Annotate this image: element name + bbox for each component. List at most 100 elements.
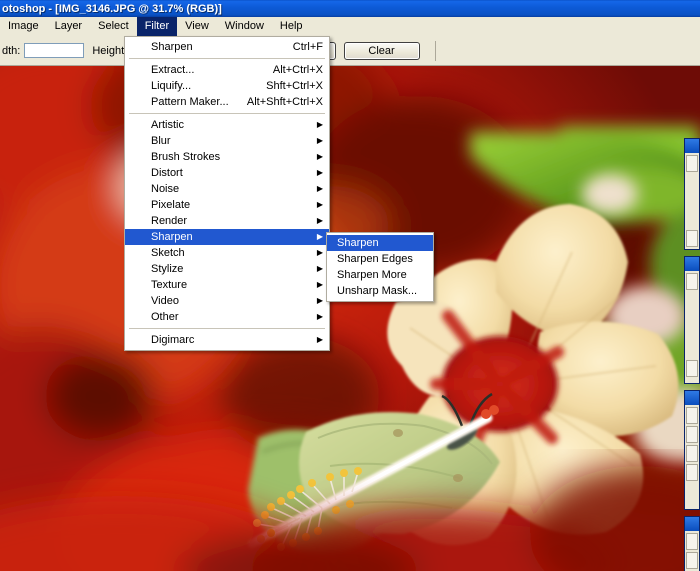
window-title-text: otoshop - [IMG_3146.JPG @ 31.7% (RGB)] xyxy=(2,2,222,15)
submenu-arrow-icon: ▶ xyxy=(316,335,323,344)
menu-separator xyxy=(129,58,325,59)
menu-item-sketch[interactable]: Sketch ▶ xyxy=(125,245,329,261)
menu-item-artistic[interactable]: Artistic ▶ xyxy=(125,117,329,133)
palette-row[interactable] xyxy=(686,273,698,290)
menu-item-window[interactable]: Window xyxy=(217,17,272,36)
menu-item-texture[interactable]: Texture ▶ xyxy=(125,277,329,293)
width-input[interactable] xyxy=(24,43,85,58)
palette-title-bar[interactable] xyxy=(685,139,699,153)
palette-row[interactable] xyxy=(686,230,698,247)
menu-item-brush-strokes[interactable]: Brush Strokes ▶ xyxy=(125,149,329,165)
submenu-item-sharpen-edges[interactable]: Sharpen Edges xyxy=(327,251,433,267)
menu-item-image[interactable]: Image xyxy=(0,17,47,36)
menu-item-label: Sharpen xyxy=(151,41,193,53)
menu-item-distort[interactable]: Distort ▶ xyxy=(125,165,329,181)
menu-item-shortcut: Alt+Ctrl+X xyxy=(272,64,323,76)
menu-bar: Image Layer Select Filter View Window He… xyxy=(0,17,700,37)
menu-item-shortcut: Alt+Shft+Ctrl+X xyxy=(246,96,323,108)
submenu-arrow-icon: ▶ xyxy=(316,312,323,321)
palette-row[interactable] xyxy=(686,407,698,424)
palette-history[interactable] xyxy=(684,390,700,510)
palette-row[interactable] xyxy=(686,533,698,550)
menu-item-blur[interactable]: Blur ▶ xyxy=(125,133,329,149)
menu-item-layer[interactable]: Layer xyxy=(47,17,91,36)
menu-item-other[interactable]: Other ▶ xyxy=(125,309,329,325)
menu-item-label: Brush Strokes xyxy=(151,151,221,163)
window-title-bar: otoshop - [IMG_3146.JPG @ 31.7% (RGB)] xyxy=(0,0,700,17)
menu-item-pattern-maker[interactable]: Pattern Maker... Alt+Shft+Ctrl+X xyxy=(125,94,329,110)
palette-row[interactable] xyxy=(686,552,698,569)
menu-item-label: Sharpen xyxy=(151,231,193,243)
menu-item-label: Sharpen Edges xyxy=(337,253,413,265)
palette-title-bar[interactable] xyxy=(685,391,699,405)
photo-hibiscus-butterfly xyxy=(0,66,700,571)
menu-item-shortcut: Shft+Ctrl+X xyxy=(266,80,323,92)
menu-item-label: Unsharp Mask... xyxy=(337,285,418,297)
menu-item-label: Sketch xyxy=(151,247,185,259)
photo-svg xyxy=(0,66,700,571)
palette-color[interactable] xyxy=(684,256,700,384)
menu-item-sharpen-submenu[interactable]: Sharpen ▶ xyxy=(125,229,329,245)
menu-item-filter[interactable]: Filter xyxy=(136,17,178,36)
sharpen-submenu[interactable]: Sharpen Sharpen Edges Sharpen More Unsha… xyxy=(326,232,434,302)
submenu-arrow-icon: ▶ xyxy=(316,168,323,177)
menu-item-render[interactable]: Render ▶ xyxy=(125,213,329,229)
menu-item-stylize[interactable]: Stylize ▶ xyxy=(125,261,329,277)
submenu-arrow-icon: ▶ xyxy=(316,200,323,209)
menu-item-view[interactable]: View xyxy=(177,17,217,36)
menu-item-digimarc[interactable]: Digimarc ▶ xyxy=(125,332,329,348)
menu-item-label: Blur xyxy=(151,135,171,147)
submenu-item-unsharp-mask[interactable]: Unsharp Mask... xyxy=(327,283,433,299)
menu-separator xyxy=(129,328,325,329)
toolbar-separator-2 xyxy=(434,40,436,61)
menu-item-label: Extract... xyxy=(151,64,195,76)
palette-row[interactable] xyxy=(686,426,698,443)
menu-item-label: Video xyxy=(151,295,179,307)
submenu-arrow-icon: ▶ xyxy=(316,152,323,161)
clear-button[interactable]: Clear xyxy=(343,41,420,60)
menu-item-label: Liquify... xyxy=(151,80,192,92)
menu-item-label: Digimarc xyxy=(151,334,195,346)
menu-item-label: Texture xyxy=(151,279,188,291)
palette-layers[interactable] xyxy=(684,516,700,571)
menu-item-shortcut: Ctrl+F xyxy=(292,41,323,53)
filter-dropdown-menu[interactable]: Sharpen Ctrl+F Extract... Alt+Ctrl+X Liq… xyxy=(124,36,330,351)
menu-item-label: Render xyxy=(151,215,188,227)
palette-row[interactable] xyxy=(686,155,698,172)
menu-item-label: Noise xyxy=(151,183,180,195)
menu-item-label: Sharpen More xyxy=(337,269,407,281)
palette-row[interactable] xyxy=(686,360,698,377)
menu-separator xyxy=(129,113,325,114)
menu-item-noise[interactable]: Noise ▶ xyxy=(125,181,329,197)
menu-item-liquify[interactable]: Liquify... Shft+Ctrl+X xyxy=(125,78,329,94)
submenu-arrow-icon: ▶ xyxy=(316,120,323,129)
submenu-arrow-icon: ▶ xyxy=(316,216,323,225)
options-bar: dth: Height: ch ▼ Front Image Clear xyxy=(0,36,700,66)
submenu-item-sharpen[interactable]: Sharpen xyxy=(327,235,433,251)
menu-item-select[interactable]: Select xyxy=(90,17,137,36)
menu-item-label: Pixelate xyxy=(151,199,191,211)
palette-dock xyxy=(684,132,700,571)
menu-item-label: Sharpen xyxy=(337,237,379,249)
submenu-arrow-icon: ▶ xyxy=(316,136,323,145)
submenu-arrow-icon: ▶ xyxy=(316,232,323,241)
submenu-arrow-icon: ▶ xyxy=(316,184,323,193)
menu-item-label: Distort xyxy=(151,167,183,179)
menu-item-help[interactable]: Help xyxy=(272,17,311,36)
menu-item-label: Artistic xyxy=(151,119,184,131)
submenu-arrow-icon: ▶ xyxy=(316,296,323,305)
menu-item-label: Other xyxy=(151,311,179,323)
palette-navigator[interactable] xyxy=(684,138,700,250)
palette-row[interactable] xyxy=(686,464,698,481)
image-canvas[interactable] xyxy=(0,66,700,571)
submenu-item-sharpen-more[interactable]: Sharpen More xyxy=(327,267,433,283)
palette-title-bar[interactable] xyxy=(685,517,699,531)
menu-item-video[interactable]: Video ▶ xyxy=(125,293,329,309)
submenu-arrow-icon: ▶ xyxy=(316,248,323,257)
palette-row[interactable] xyxy=(686,445,698,462)
menu-item-sharpen-apply[interactable]: Sharpen Ctrl+F xyxy=(125,39,329,55)
palette-title-bar[interactable] xyxy=(685,257,699,271)
submenu-arrow-icon: ▶ xyxy=(316,264,323,273)
menu-item-extract[interactable]: Extract... Alt+Ctrl+X xyxy=(125,62,329,78)
menu-item-pixelate[interactable]: Pixelate ▶ xyxy=(125,197,329,213)
